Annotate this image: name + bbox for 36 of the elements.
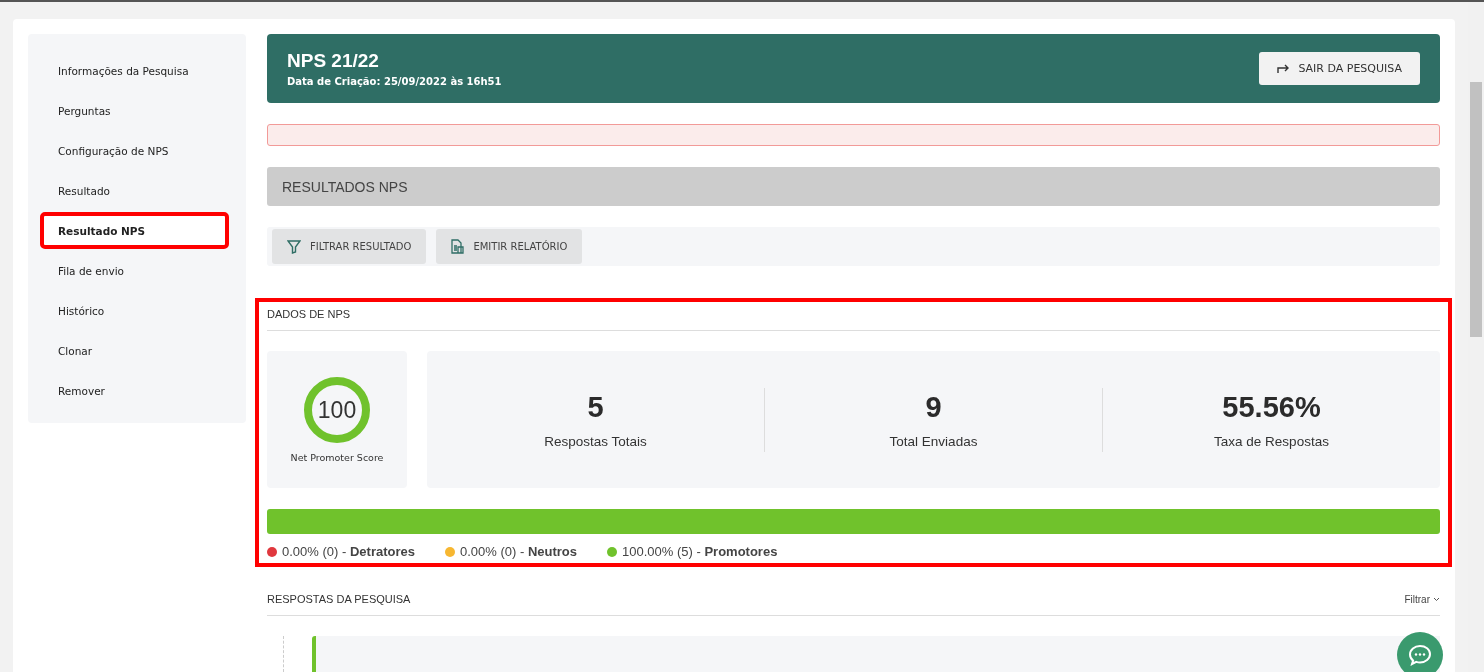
filter-dropdown[interactable]: Filtrar xyxy=(1404,593,1440,605)
score-label: Net Promoter Score xyxy=(290,452,384,464)
report-button[interactable]: EMITIR RELATÓRIO xyxy=(436,229,583,265)
sidebar-item[interactable]: Fila de envio xyxy=(42,254,227,287)
stat-label: Taxa de Respostas xyxy=(1214,433,1329,449)
stat-value: 9 xyxy=(925,390,942,424)
stat-label: Total Enviadas xyxy=(889,433,978,449)
section-title: RESPOSTAS DA PESQUISA xyxy=(267,593,411,606)
filter-icon xyxy=(287,239,301,254)
section-title: DADOS DE NPS xyxy=(267,308,1440,332)
sidebar-item[interactable]: Histórico xyxy=(42,294,227,327)
legend-text: 0.00% (0) - Neutros xyxy=(459,544,578,560)
survey-title: NPS 21/22 xyxy=(287,49,380,72)
sidebar-item[interactable]: Resultado NPS xyxy=(42,214,227,247)
chat-bubble-icon xyxy=(1408,644,1432,666)
results-title: RESULTADOS NPS xyxy=(282,178,408,195)
sidebar-item[interactable]: Informações da Pesquisa xyxy=(42,54,227,87)
filter-button[interactable]: FILTRAR RESULTADO xyxy=(272,229,427,265)
exit-survey-button[interactable]: SAIR DA PESQUISA xyxy=(1259,51,1420,85)
creation-date: Data de Criação: 25/09/2022 às 16h51 xyxy=(287,75,502,87)
sidebar-item[interactable]: Resultado xyxy=(42,174,227,207)
document-icon xyxy=(451,239,465,255)
sidebar-item[interactable]: Perguntas xyxy=(42,94,227,127)
legend-text: 100.00% (5) - Promotores xyxy=(622,544,778,560)
stat-value: 5 xyxy=(587,390,604,424)
sidebar-item[interactable]: Configuração de NPS xyxy=(42,134,227,167)
stat-label: Respostas Totais xyxy=(544,433,647,449)
score-value: 100 xyxy=(317,398,357,422)
chevron-down-icon xyxy=(1433,596,1440,602)
legend-text: 0.00% (0) - Detratores xyxy=(282,544,415,560)
forward-arrow-icon xyxy=(1277,63,1291,74)
score-ring xyxy=(303,376,371,445)
sidebar-item[interactable]: Remover xyxy=(42,374,227,407)
stat-value: 55.56% xyxy=(1222,390,1321,424)
sidebar-item[interactable]: Clonar xyxy=(42,334,227,367)
timeline-line xyxy=(283,636,284,672)
